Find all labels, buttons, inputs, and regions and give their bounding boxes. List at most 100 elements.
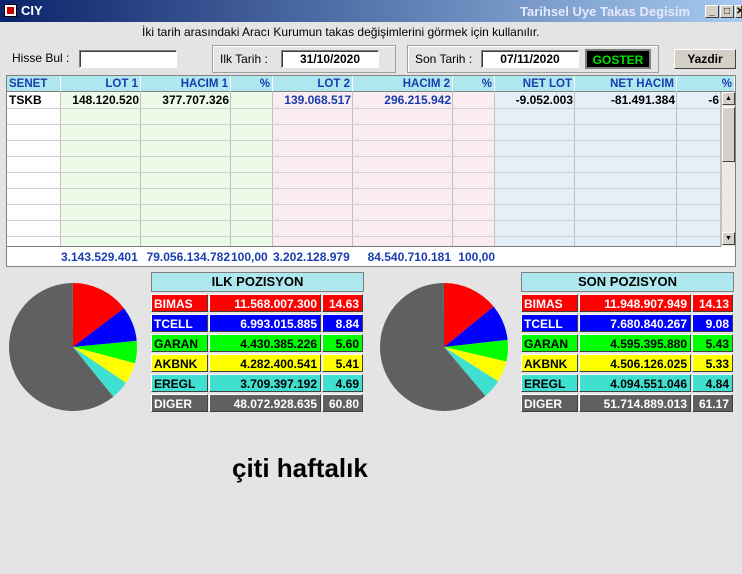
position-value: 51.714.889.013 xyxy=(579,394,691,412)
son-tarih-input[interactable]: 07/11/2020 xyxy=(481,50,579,68)
row-divider xyxy=(7,124,721,125)
col-lot2 xyxy=(273,92,353,246)
col-netlot xyxy=(495,92,575,246)
row-divider xyxy=(7,204,721,205)
ilk-tarih-label: Ilk Tarih : xyxy=(220,52,268,66)
position-name: GARAN xyxy=(521,334,578,352)
row-divider xyxy=(7,140,721,141)
position-value: 11.568.007.300 xyxy=(209,294,321,312)
header-hacim2[interactable]: HACIM 2 xyxy=(353,76,453,92)
position-pct: 60.80 xyxy=(322,394,363,412)
cell-nethacim: -81.491.384 xyxy=(610,93,675,107)
col-hacim2 xyxy=(353,92,453,246)
header-nethacim[interactable]: NET HACIM xyxy=(575,76,677,92)
son-pozisyon-rows: BIMAS 11.948.907.949 14.13 TCELL 7.680.840.2… xyxy=(521,294,734,414)
window-title: CIY xyxy=(21,3,43,18)
app-icon xyxy=(4,4,17,17)
total-hacim1: 79.056.134.782 xyxy=(146,250,230,264)
col-lot1 xyxy=(61,92,141,246)
position-pct: 4.84 xyxy=(692,374,733,392)
cell-netlot: -9.052.003 xyxy=(515,93,573,107)
row-divider xyxy=(7,188,721,189)
header-pct1[interactable]: % xyxy=(231,76,273,92)
col-pct3 xyxy=(677,92,721,246)
ilk-pozisyon-title: ILK POZISYON xyxy=(151,272,364,292)
header-pct3[interactable]: % xyxy=(677,76,735,92)
cell-senet[interactable]: TSKB xyxy=(9,93,59,107)
col-senet xyxy=(7,92,61,246)
header-senet[interactable]: SENET xyxy=(7,76,61,92)
col-hacim1 xyxy=(141,92,231,246)
total-lot1: 3.143.529.401 xyxy=(61,250,138,264)
position-pct: 5.60 xyxy=(322,334,363,352)
position-value: 6.993.015.885 xyxy=(209,314,321,332)
total-pct1: 100,00 xyxy=(231,250,268,264)
son-pozisyon-title: SON POZISYON xyxy=(521,272,734,292)
close-button[interactable]: ✕ xyxy=(735,5,742,18)
takas-table: SENET LOT 1 HACIM 1 % LOT 2 HACIM 2 % NE… xyxy=(6,75,736,267)
header-hacim1[interactable]: HACIM 1 xyxy=(141,76,231,92)
son-tarih-label: Son Tarih : xyxy=(415,52,473,66)
ilk-pie-slices xyxy=(8,283,137,411)
position-name: AKBNK xyxy=(151,354,208,372)
col-pct1 xyxy=(231,92,273,246)
header-netlot[interactable]: NET LOT xyxy=(495,76,575,92)
position-value: 7.680.840.267 xyxy=(579,314,691,332)
totals-divider xyxy=(7,246,721,247)
scroll-down-button[interactable]: ▼ xyxy=(722,232,735,245)
position-pct: 5.41 xyxy=(322,354,363,372)
yazdir-button[interactable]: Yazdir xyxy=(674,49,736,69)
caption-text: çiti haftalık xyxy=(232,453,368,483)
restore-button[interactable]: □ xyxy=(720,5,734,18)
position-name: AKBNK xyxy=(521,354,578,372)
position-name: EREGL xyxy=(151,374,208,392)
col-pct2 xyxy=(453,92,495,246)
son-pie-slices xyxy=(380,283,508,411)
header-lot2[interactable]: LOT 2 xyxy=(273,76,353,92)
minimize-button[interactable]: _ xyxy=(705,5,719,18)
position-pct: 14.13 xyxy=(692,294,733,312)
info-text: İki tarih arasındaki Aracı Kurumun takas… xyxy=(142,25,540,39)
cell-lot1: 148.120.520 xyxy=(72,93,139,107)
position-value: 4.595.395.880 xyxy=(579,334,691,352)
position-pct: 4.69 xyxy=(322,374,363,392)
row-divider xyxy=(7,108,721,109)
position-name: TCELL xyxy=(521,314,578,332)
row-divider xyxy=(7,172,721,173)
cell-hacim2: 296.215.942 xyxy=(384,93,451,107)
position-value: 48.072.928.635 xyxy=(209,394,321,412)
cell-pct3: -6 xyxy=(708,93,719,107)
position-name: BIMAS xyxy=(521,294,578,312)
cell-hacim1: 377.707.326 xyxy=(162,93,229,107)
title-left: CIY xyxy=(4,3,43,18)
row-divider xyxy=(7,156,721,157)
scroll-thumb[interactable] xyxy=(722,107,735,162)
position-value: 4.430.385.226 xyxy=(209,334,321,352)
son-pozisyon-panel: SON POZISYON BIMAS 11.948.907.949 14.13 TCE… xyxy=(521,272,734,414)
hisse-input[interactable] xyxy=(79,50,177,68)
goster-button[interactable]: GOSTER xyxy=(585,49,651,69)
position-name: BIMAS xyxy=(151,294,208,312)
position-pct: 9.08 xyxy=(692,314,733,332)
position-pct: 5.33 xyxy=(692,354,733,372)
position-value: 4.506.126.025 xyxy=(579,354,691,372)
ilk-tarih-input[interactable]: 31/10/2020 xyxy=(281,50,379,68)
position-pct: 5.43 xyxy=(692,334,733,352)
position-pct: 61.17 xyxy=(692,394,733,412)
position-name: GARAN xyxy=(151,334,208,352)
total-pct2: 100,00 xyxy=(458,250,495,264)
row-divider xyxy=(7,236,721,237)
vertical-scrollbar[interactable]: ▲ ▼ xyxy=(721,92,735,246)
ilk-pozisyon-rows: BIMAS 11.568.007.300 14.63 TCELL 6.993.015.8… xyxy=(151,294,364,414)
scroll-up-button[interactable]: ▲ xyxy=(722,92,735,105)
total-lot2: 3.202.128.979 xyxy=(273,250,350,264)
total-hacim2: 84.540.710.181 xyxy=(367,250,451,264)
col-nethacim xyxy=(575,92,677,246)
position-name: DIGER xyxy=(151,394,208,412)
window-subtitle: Tarihsel Uye Takas Degisim xyxy=(520,4,691,19)
header-lot1[interactable]: LOT 1 xyxy=(61,76,141,92)
position-value: 4.094.551.046 xyxy=(579,374,691,392)
header-pct2[interactable]: % xyxy=(453,76,495,92)
row-divider xyxy=(7,220,721,221)
position-pct: 8.84 xyxy=(322,314,363,332)
